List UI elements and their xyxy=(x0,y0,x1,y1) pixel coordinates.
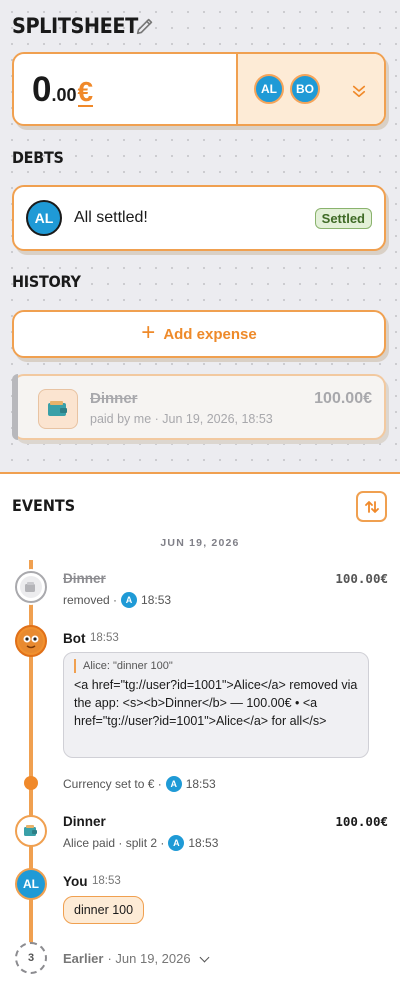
message-time: 18:53 xyxy=(92,875,121,887)
bot-avatar xyxy=(15,625,47,657)
message-sender: Bot xyxy=(63,631,86,646)
event-time: 18:53 xyxy=(141,593,172,607)
event-title: Dinner xyxy=(63,814,106,829)
event-amount: 100.00€ xyxy=(335,814,388,829)
pencil-icon[interactable] xyxy=(134,15,156,37)
wallet-icon xyxy=(15,815,47,847)
expense-item[interactable]: Dinner paid by me · Jun 19, 2026, 18:53 … xyxy=(12,374,386,440)
debts-card: AL All settled! Settled xyxy=(12,185,386,251)
chevron-down-icon xyxy=(199,952,210,962)
message-body: <a href="tg://user?id=1001">Alice</a> re… xyxy=(74,678,358,728)
avatar: A xyxy=(168,835,185,851)
avatar: BO xyxy=(290,74,320,104)
message-sender: You xyxy=(63,874,88,889)
avatar: AL xyxy=(15,868,47,900)
earlier-date: · Jun 19, 2026 xyxy=(107,951,191,966)
chevrons-down-icon[interactable] xyxy=(350,82,368,100)
bot-message-bubble: Alice: "dinner 100" <a href="tg://user?i… xyxy=(63,652,369,758)
plus-icon: + xyxy=(141,319,156,346)
balance-decimal: .00 xyxy=(51,85,77,105)
balance-currency[interactable]: € xyxy=(77,78,94,107)
balance-card[interactable]: 0 .00 € AL BO xyxy=(12,52,386,126)
expense-amount: 100.00€ xyxy=(314,390,372,407)
top-panel: SPLITSHEET 0 .00 € AL BO DEBTS AL All se… xyxy=(0,0,400,474)
event-time: 18:53 xyxy=(185,777,216,791)
balance-amount: 0 .00 € xyxy=(14,54,236,124)
app-title: SPLITSHEET xyxy=(12,14,138,38)
event-amount: 100.00€ xyxy=(335,571,388,586)
event-meta-text: Alice paid · split 2 · xyxy=(63,836,165,850)
earlier-count: 3 xyxy=(15,942,47,974)
debts-heading: DEBTS xyxy=(12,148,64,167)
avatar: AL xyxy=(26,200,62,236)
sort-arrows-icon xyxy=(364,500,379,513)
settled-text: All settled! xyxy=(74,209,148,226)
avatar: A xyxy=(121,592,138,608)
event-meta: Currency set to € · A 18:53 xyxy=(63,776,216,792)
history-heading: HISTORY xyxy=(12,272,81,291)
earlier-label: Earlier xyxy=(63,951,104,966)
balance-integer: 0 xyxy=(32,70,52,109)
timeline-dot xyxy=(24,776,38,790)
add-expense-button[interactable]: + Add expense xyxy=(12,310,386,358)
event-meta-text: Currency set to € · xyxy=(63,777,162,791)
event-time: 18:53 xyxy=(188,836,219,850)
status-badge: Settled xyxy=(314,208,372,229)
event-meta-text: removed · xyxy=(63,593,118,607)
avatar: A xyxy=(165,776,182,792)
user-message-bubble: dinner 100 xyxy=(63,896,145,924)
participants-panel[interactable]: AL BO xyxy=(236,54,384,124)
expense-meta: paid by me · Jun 19, 2026, 18:53 xyxy=(90,412,273,426)
expense-name: Dinner xyxy=(90,390,138,407)
add-expense-label: Add expense xyxy=(163,325,257,343)
quoted-message: Alice: "dinner 100" xyxy=(74,659,358,673)
events-heading: EVENTS xyxy=(12,496,76,515)
event-meta: Alice paid · split 2 · A 18:53 xyxy=(63,835,218,851)
earlier-toggle[interactable]: Earlier · Jun 19, 2026 xyxy=(63,951,210,966)
sort-button[interactable] xyxy=(356,491,387,522)
avatar: AL xyxy=(254,74,284,104)
wallet-icon xyxy=(38,389,78,429)
removed-event-icon xyxy=(15,571,47,603)
date-separator: JUN 19, 2026 xyxy=(160,537,240,549)
event-meta: removed · A 18:53 xyxy=(63,592,171,608)
event-title: Dinner xyxy=(63,571,106,586)
message-time: 18:53 xyxy=(90,632,119,644)
